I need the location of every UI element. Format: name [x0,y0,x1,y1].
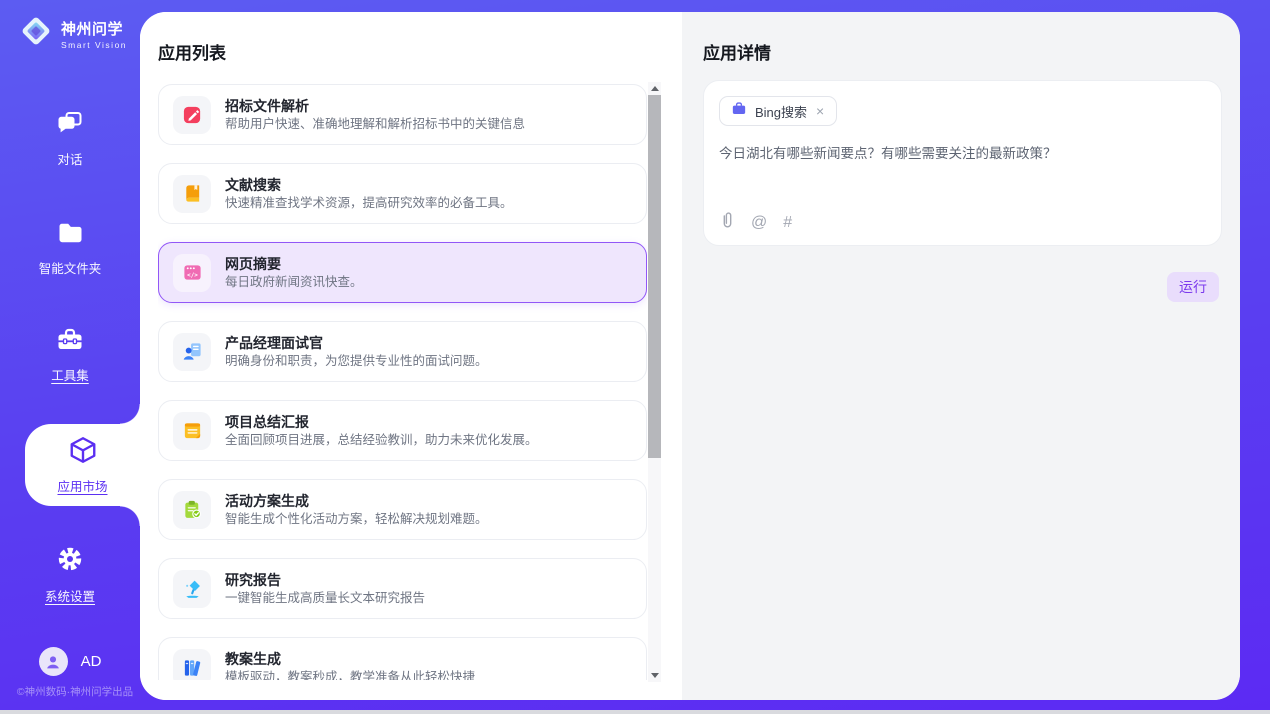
brand-subtitle: Smart Vision [61,40,127,50]
prompt-card: Bing搜索 × 今日湖北有哪些新闻要点？有哪些需要关注的最新政策？ @ # [703,80,1222,246]
list-scrollbar[interactable] [648,82,661,682]
app-icon-tile [173,175,211,213]
tool-tag-label: Bing搜索 [755,102,807,121]
sidebar-item-label: 对话 [57,149,82,168]
app-icon-tile: </> [173,254,211,292]
tool-tag-bing-search[interactable]: Bing搜索 × [719,96,837,126]
app-card-description: 智能生成个性化活动方案，轻松解决规划难题。 [225,511,488,529]
browser-code-icon: </> [182,262,203,283]
app-detail-title: 应用详情 [703,39,771,64]
app-card-description: 明确身份和职责，为您提供专业性的面试问题。 [225,353,488,371]
research-icon [182,578,203,599]
svg-text:</>: </> [187,273,198,279]
app-card-research-report[interactable]: 研究报告 一键智能生成高质量长文本研究报告 [158,558,647,619]
app-card-title: 活动方案生成 [225,491,488,511]
app-card-description: 全面回顾项目进展，总结经验教训，助力未来优化发展。 [225,432,538,450]
app-icon-tile [173,333,211,371]
sidebar-item-label: 智能文件夹 [39,258,102,277]
sidebar: 神州问学 Smart Vision 对话 智能文件夹 [0,0,140,714]
app-card-title: 项目总结汇报 [225,412,538,432]
hashtag-icon[interactable]: # [783,215,792,231]
app-card-event-plan[interactable]: 活动方案生成 智能生成个性化活动方案，轻松解决规划难题。 [158,479,647,540]
app-card-web-summary[interactable]: </> 网页摘要 每日政府新闻资讯快查。 [158,242,647,303]
app-card-title: 文献搜索 [225,175,513,195]
app-card-description: 帮助用户快速、准确地理解和解析招标书中的关键信息 [225,116,525,134]
sidebar-item-toolset[interactable]: 工具集 [0,327,140,384]
app-detail-panel: 应用详情 Bing搜索 × 今日湖北有哪些新闻要点？有哪些需要关注的最新政策？ [682,12,1240,700]
app-icon-tile [173,570,211,608]
app-icon-tile [173,491,211,529]
briefcase-icon [731,101,747,121]
app-list-title: 应用列表 [158,39,226,64]
sidebar-item-app-market[interactable]: 应用市场 [25,424,140,506]
app-card-lesson-plan[interactable]: 教案生成 模板驱动，教案秒成，教学准备从此轻松快捷 [158,637,647,680]
app-icon-tile [173,412,211,450]
window-bottom-edge [0,710,1270,714]
avatar [39,647,68,676]
app-list-panel: 应用列表 招标文件解析 帮助用户快速、准确地理解和解析招标书中的关键信息 [140,12,682,700]
app-card-description: 每日政府新闻资讯快查。 [225,274,363,292]
sidebar-item-chat[interactable]: 对话 [0,110,140,168]
books-icon [182,657,203,678]
editor-toolbar: @ # [720,211,792,234]
mention-icon[interactable]: @ [751,215,767,231]
person-icon [44,653,62,671]
edit-square-icon [182,104,203,125]
user-initials: AD [81,653,102,670]
run-button[interactable]: 运行 [1167,272,1219,302]
sidebar-item-settings[interactable]: 系统设置 [0,545,140,605]
app-card-literature-search[interactable]: 文献搜索 快速精准查找学术资源，提高研究效率的必备工具。 [158,163,647,224]
brand-logo: 神州问学 Smart Vision [18,13,127,54]
note-icon [182,420,203,441]
scrollbar-thumb[interactable] [648,95,661,458]
sidebar-item-label: 应用市场 [57,476,107,495]
toolbox-icon [56,327,84,357]
app-card-description: 模板驱动，教案秒成，教学准备从此轻松快捷 [225,669,475,680]
app-list: 招标文件解析 帮助用户快速、准确地理解和解析招标书中的关键信息 文献搜索 快速精… [158,84,647,680]
copyright-footer: ©神州数码·神州问学出品 [0,684,150,699]
sidebar-item-label: 工具集 [51,365,89,384]
app-card-description: 一键智能生成高质量长文本研究报告 [225,590,425,608]
main-panel: 应用列表 招标文件解析 帮助用户快速、准确地理解和解析招标书中的关键信息 [140,12,1240,700]
user-account[interactable]: AD [0,647,140,676]
app-card-pm-interviewer[interactable]: 产品经理面试官 明确身份和职责，为您提供专业性的面试问题。 [158,321,647,382]
app-card-description: 快速精准查找学术资源，提高研究效率的必备工具。 [225,195,513,213]
book-icon [182,183,203,204]
sidebar-item-smart-folder[interactable]: 智能文件夹 [0,221,140,277]
app-card-title: 招标文件解析 [225,96,525,116]
prompt-input[interactable]: 今日湖北有哪些新闻要点？有哪些需要关注的最新政策？ [719,144,1206,204]
scrollbar-up-arrow[interactable] [648,82,661,95]
sidebar-active-bubble: 应用市场 [25,424,140,506]
app-card-project-summary[interactable]: 项目总结汇报 全面回顾项目进展，总结经验教训，助力未来优化发展。 [158,400,647,461]
app-card-title: 产品经理面试官 [225,333,488,353]
cube-icon [68,435,98,470]
scrollbar-down-arrow[interactable] [648,669,661,682]
app-icon-tile [173,649,211,681]
folder-icon [57,221,84,250]
sidebar-item-label: 系统设置 [45,586,95,605]
diamond-logo-icon [18,13,54,54]
app-icon-tile [173,96,211,134]
app-card-title: 网页摘要 [225,254,363,274]
attachment-icon[interactable] [720,211,735,234]
brand-name: 神州问学 [61,18,127,39]
chat-icon [56,110,84,141]
app-card-title: 研究报告 [225,570,425,590]
clipboard-check-icon [182,499,203,520]
close-icon[interactable]: × [815,104,825,118]
gear-icon [56,545,84,578]
app-card-bid-parse[interactable]: 招标文件解析 帮助用户快速、准确地理解和解析招标书中的关键信息 [158,84,647,145]
interviewer-icon [182,341,203,362]
app-card-title: 教案生成 [225,649,475,669]
